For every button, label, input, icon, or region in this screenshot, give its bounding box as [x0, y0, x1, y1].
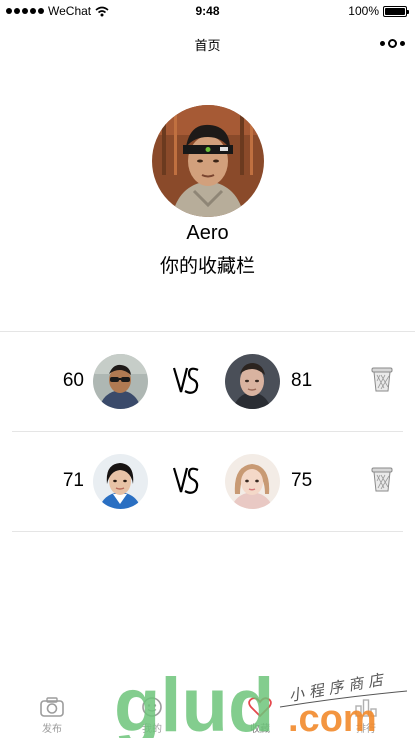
battery-icon — [383, 5, 409, 17]
tab-label: 我的 — [142, 724, 162, 735]
nav-bar: 首页 — [0, 22, 415, 64]
avatar[interactable] — [225, 454, 280, 509]
right-score: 75 — [291, 470, 313, 491]
avatar[interactable] — [93, 354, 148, 409]
avatar[interactable] — [93, 454, 148, 509]
tab-label: 收藏 — [250, 724, 270, 735]
right-score: 81 — [291, 370, 313, 391]
tab-favorites[interactable]: 收藏 — [230, 696, 290, 735]
status-bar: WeChat 9:48 100% — [0, 0, 415, 22]
person-icon — [142, 697, 162, 717]
trash-icon[interactable] — [371, 366, 393, 392]
left-score: 71 — [62, 470, 84, 491]
comparison-row: 60 81 — [0, 332, 415, 432]
vs-icon — [172, 467, 199, 494]
rank-icon — [355, 699, 377, 717]
profile-subtitle: 你的收藏栏 — [159, 256, 255, 277]
tab-bar: 发布 我的 收藏 排行 — [0, 688, 415, 738]
tab-publish[interactable]: 发布 — [22, 696, 82, 735]
status-right: 100% — [348, 4, 409, 18]
comparison-row: 71 75 — [0, 432, 415, 532]
battery-percent: 100% — [348, 4, 379, 18]
camera-icon — [40, 697, 64, 717]
profile-section: Aero 你的收藏栏 — [0, 105, 415, 278]
page-title: 首页 — [194, 38, 221, 53]
left-score: 60 — [62, 370, 84, 391]
avatar[interactable] — [225, 354, 280, 409]
trash-icon[interactable] — [371, 466, 393, 492]
avatar[interactable] — [151, 105, 264, 217]
tab-label: 排行 — [356, 724, 376, 735]
vs-icon — [172, 367, 199, 394]
tab-ranking[interactable]: 排行 — [336, 696, 396, 735]
tab-mine[interactable]: 我的 — [122, 696, 182, 735]
battery-fill — [385, 7, 405, 15]
more-dots-icon[interactable] — [380, 39, 405, 48]
tab-label: 发布 — [42, 724, 62, 735]
row-divider — [12, 531, 403, 532]
heart-icon — [248, 697, 272, 718]
profile-name: Aero — [186, 222, 229, 244]
